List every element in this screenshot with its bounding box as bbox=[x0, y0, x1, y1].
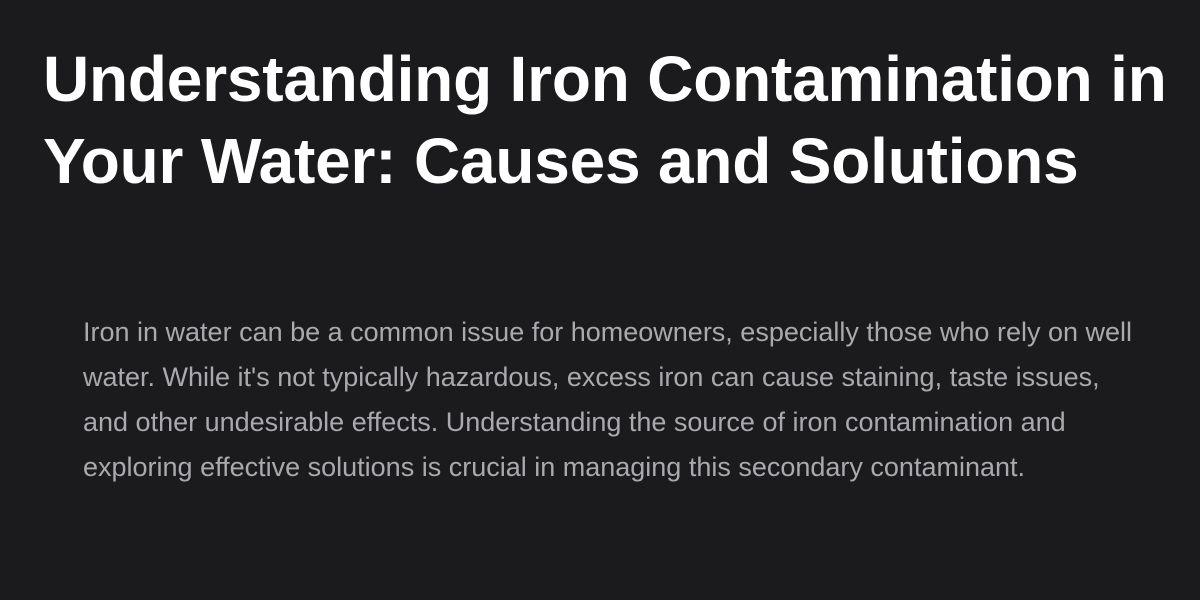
article-excerpt: Iron in water can be a common issue for … bbox=[83, 317, 1133, 482]
article-title: Understanding Iron Contamination in Your… bbox=[43, 43, 1167, 197]
article-card: Understanding Iron Contamination in Your… bbox=[0, 0, 1200, 600]
